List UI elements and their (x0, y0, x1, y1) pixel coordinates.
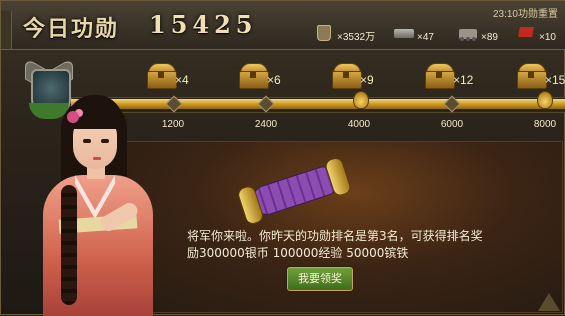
reward-chest-3[interactable] (332, 63, 362, 89)
milestone-label: 6000 (440, 119, 464, 130)
chest-multiplier: ×4 (175, 73, 189, 87)
chest-multiplier: ×15 (545, 73, 565, 87)
ranking-message: 将军你来啦。你昨天的功勋排名是第3名，可获得排名奖励300000银币 10000… (187, 229, 483, 260)
reward-bag-icon (537, 91, 553, 109)
honor-panel: 今日功勋 15425 23:10功勋重置 ×3532万 ×47 ×89 ×10 … (0, 0, 565, 316)
reward-chest-5[interactable] (517, 63, 547, 89)
header-bar: 今日功勋 15425 23:10功勋重置 ×3532万 ×47 ×89 ×10 (1, 1, 565, 50)
resource-flag: ×10 (515, 19, 556, 43)
honor-score: 15425 (149, 10, 258, 39)
milestone-node (447, 97, 457, 111)
reward-chest-4[interactable] (425, 63, 455, 89)
ingot-icon (393, 25, 415, 43)
milestone-label: 2400 (254, 119, 278, 130)
resource-value: ×3532万 (337, 32, 376, 43)
soldier-icon (313, 25, 335, 43)
milestone-node (261, 97, 271, 111)
advisor-character (29, 89, 179, 316)
milestone-label: 8000 (533, 119, 557, 130)
reward-chest-1[interactable] (147, 63, 177, 89)
cart-icon (457, 25, 479, 43)
flag-icon (515, 25, 537, 43)
milestone-label: 4000 (347, 119, 371, 130)
resource-value: ×10 (539, 32, 556, 43)
reset-time: 23:10功勋重置 (492, 9, 558, 20)
resource-value: ×89 (481, 32, 498, 43)
reward-bag-icon (353, 91, 369, 109)
resource-soldiers: ×3532万 (313, 19, 375, 43)
chest-multiplier: ×12 (453, 73, 474, 87)
chest-multiplier: ×9 (360, 73, 374, 87)
page-title: 今日功勋 (23, 16, 120, 42)
side-tab (1, 11, 12, 49)
resource-cart: ×89 (457, 19, 498, 43)
chest-multiplier: ×6 (267, 73, 281, 87)
resource-value: ×47 (417, 32, 434, 43)
resource-ingot: ×47 (393, 19, 434, 43)
reward-chest-2[interactable] (239, 63, 269, 89)
claim-reward-button[interactable]: 我要领奖 (287, 267, 353, 291)
